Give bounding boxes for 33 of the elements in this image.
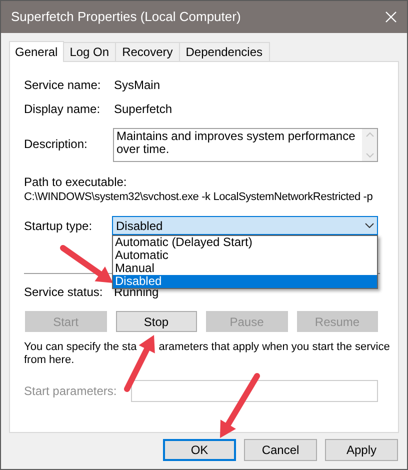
service-button[interactable]: Stop bbox=[116, 311, 197, 332]
description-label: Description: bbox=[24, 136, 88, 153]
dialog-button[interactable]: OK bbox=[163, 439, 236, 461]
hint-text: from here. bbox=[24, 354, 74, 367]
hint-text: You can specify the sta bbox=[24, 341, 137, 354]
dropdown-option[interactable]: Automatic (Delayed Start) bbox=[113, 236, 377, 249]
tab[interactable]: Dependencies bbox=[178, 42, 270, 61]
service-name-value: SysMain bbox=[114, 77, 160, 94]
close-icon[interactable] bbox=[385, 11, 397, 23]
dialog-button[interactable]: Cancel bbox=[244, 439, 317, 461]
dialog-button[interactable]: Apply bbox=[325, 439, 398, 461]
start-parameters-label: Start parameters: bbox=[24, 383, 118, 400]
display-name-value: Superfetch bbox=[114, 101, 172, 118]
dropdown-option[interactable]: Manual bbox=[113, 262, 377, 275]
dropdown-option[interactable]: Automatic bbox=[113, 249, 377, 262]
path-label: Path to executable: bbox=[24, 174, 128, 189]
startup-type-dropdown[interactable]: Disabled bbox=[112, 216, 378, 235]
tab[interactable]: Recovery bbox=[115, 42, 180, 61]
startup-type-label: Startup type: bbox=[24, 218, 94, 234]
tab[interactable]: Log On bbox=[62, 42, 116, 61]
description-text: Maintains and improves system performance over time. bbox=[115, 129, 356, 158]
tab[interactable]: General bbox=[9, 41, 64, 62]
service-name-label: Service name: bbox=[24, 77, 102, 94]
service-status-value: Running bbox=[114, 285, 159, 301]
path-value: C:\WINDOWS\system32\svchost.exe -k LocalSystemNetworkRestricted -p bbox=[24, 190, 373, 205]
description-box[interactable]: Maintains and improves system performance over time. bbox=[113, 128, 378, 162]
scrollbar[interactable] bbox=[362, 129, 377, 161]
window-title: Superfetch Properties (Local Computer) bbox=[11, 8, 241, 26]
chevron-down-icon bbox=[365, 223, 374, 228]
hint-text: arameters that apply when you start the service bbox=[158, 341, 390, 354]
dropdown-option[interactable]: Disabled bbox=[113, 275, 377, 288]
service-status-label: Service status: bbox=[24, 284, 104, 301]
display-name-label: Display name: bbox=[24, 101, 102, 118]
